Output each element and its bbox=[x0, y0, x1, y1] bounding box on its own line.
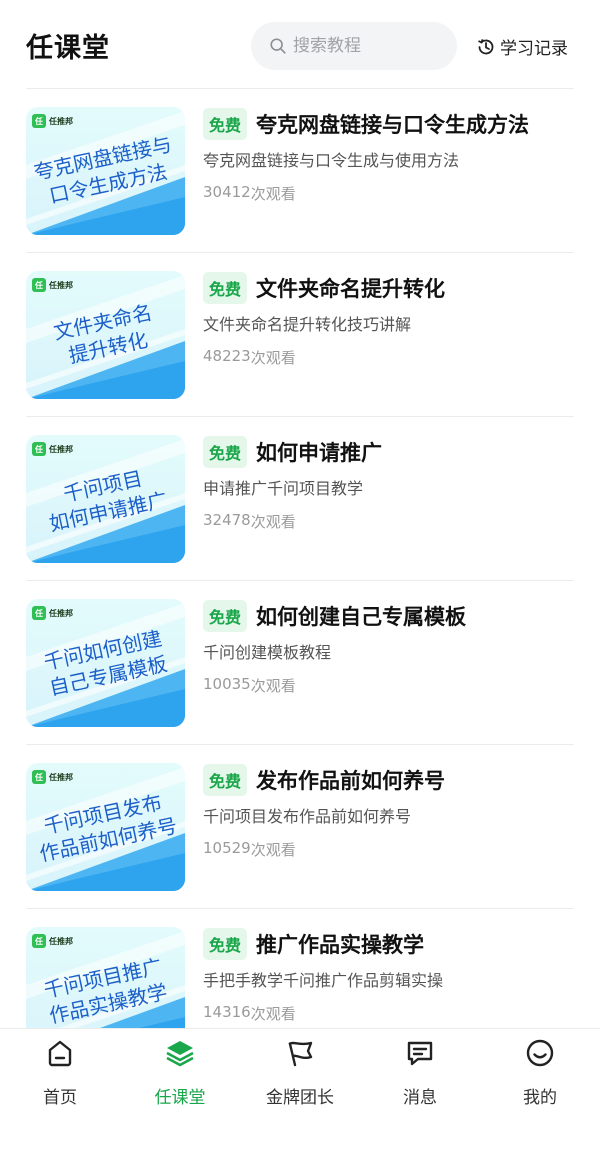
view-count: 10035 次观看 bbox=[203, 675, 574, 696]
view-count: 14316 次观看 bbox=[203, 1003, 574, 1024]
course-title[interactable]: 夸克网盘链接与口令生成方法 bbox=[256, 109, 529, 139]
tab-label: 我的 bbox=[523, 1088, 557, 1108]
search-icon bbox=[270, 38, 286, 54]
flag-icon bbox=[284, 1037, 316, 1073]
course-thumbnail: 任 任推邦 文件夹命名 提升转化 bbox=[26, 271, 185, 399]
view-count-number: 14316 bbox=[203, 1003, 251, 1021]
tab-item[interactable]: 金牌团长 bbox=[240, 1029, 360, 1155]
brand-logo: 任 任推邦 bbox=[32, 770, 73, 784]
course-info: 免费 夸克网盘链接与口令生成方法 夸克网盘链接与口令生成与使用方法 30412 次… bbox=[203, 107, 574, 204]
course-thumbnail: 任 任推邦 千问项目 如何申请推广 bbox=[26, 435, 185, 563]
view-count-number: 10529 bbox=[203, 839, 251, 857]
course-item[interactable]: 任 任推邦 文件夹命名 提升转化 免费 文件夹命名提升转化 文件夹命名提升转化技… bbox=[26, 253, 574, 417]
free-badge: 免费 bbox=[203, 600, 248, 632]
course-info: 免费 如何申请推广 申请推广千问项目教学 32478 次观看 bbox=[203, 435, 574, 532]
tab-item[interactable]: 首页 bbox=[0, 1029, 120, 1155]
view-count-suffix: 次观看 bbox=[250, 513, 296, 531]
header: 任课堂 学习记录 bbox=[0, 0, 600, 88]
view-count-number: 10035 bbox=[203, 675, 251, 693]
course-item[interactable]: 任 任推邦 千问项目 如何申请推广 免费 如何申请推广 申请推广千问项目教学 3… bbox=[26, 417, 574, 581]
course-description: 千问项目发布作品前如何养号 bbox=[203, 807, 412, 826]
logo-text: 任推邦 bbox=[49, 280, 73, 290]
search-bar[interactable] bbox=[251, 22, 457, 70]
logo-mark-icon: 任 bbox=[32, 442, 46, 456]
course-title[interactable]: 推广作品实操教学 bbox=[256, 929, 424, 959]
view-count: 32478 次观看 bbox=[203, 511, 574, 532]
free-badge: 免费 bbox=[203, 436, 248, 468]
view-count-suffix: 次观看 bbox=[250, 185, 296, 203]
tab-item[interactable]: 我的 bbox=[480, 1029, 600, 1155]
logo-mark-icon: 任 bbox=[32, 934, 46, 948]
logo-text: 任推邦 bbox=[49, 772, 73, 782]
smile-icon bbox=[524, 1037, 556, 1073]
home-icon bbox=[44, 1037, 76, 1073]
tab-label: 首页 bbox=[43, 1088, 77, 1108]
tab-item[interactable]: 消息 bbox=[360, 1029, 480, 1155]
logo-mark-icon: 任 bbox=[32, 278, 46, 292]
course-title[interactable]: 如何申请推广 bbox=[256, 437, 382, 467]
brand-logo: 任 任推邦 bbox=[32, 442, 73, 456]
logo-text: 任推邦 bbox=[49, 444, 73, 454]
free-badge: 免费 bbox=[203, 108, 248, 140]
brand-logo: 任 任推邦 bbox=[32, 934, 73, 948]
course-item[interactable]: 任 任推邦 千问如何创建 自己专属模板 免费 如何创建自己专属模板 千问创建模板… bbox=[26, 581, 574, 745]
logo-mark-icon: 任 bbox=[32, 114, 46, 128]
tab-label: 金牌团长 bbox=[266, 1088, 334, 1108]
course-list[interactable]: 任 任推邦 夸克网盘链接与 口令生成方法 免费 夸克网盘链接与口令生成方法 夸克… bbox=[26, 88, 574, 1028]
view-count-suffix: 次观看 bbox=[250, 1005, 296, 1023]
course-info: 免费 文件夹命名提升转化 文件夹命名提升转化技巧讲解 48223 次观看 bbox=[203, 271, 574, 368]
view-count-suffix: 次观看 bbox=[250, 677, 296, 695]
course-title[interactable]: 文件夹命名提升转化 bbox=[256, 273, 445, 303]
brand-logo: 任 任推邦 bbox=[32, 278, 73, 292]
logo-mark-icon: 任 bbox=[32, 770, 46, 784]
free-badge: 免费 bbox=[203, 272, 248, 304]
course-item[interactable]: 任 任推邦 夸克网盘链接与 口令生成方法 免费 夸克网盘链接与口令生成方法 夸克… bbox=[26, 89, 574, 253]
view-count-number: 30412 bbox=[203, 183, 251, 201]
course-thumbnail: 任 任推邦 千问如何创建 自己专属模板 bbox=[26, 599, 185, 727]
free-badge: 免费 bbox=[203, 764, 248, 796]
course-description: 文件夹命名提升转化技巧讲解 bbox=[203, 315, 412, 334]
view-count-number: 32478 bbox=[203, 511, 251, 529]
course-thumbnail: 任 任推邦 千问项目推广 作品实操教学 bbox=[26, 927, 185, 1028]
course-info: 免费 推广作品实操教学 手把手教学千问推广作品剪辑实操 14316 次观看 bbox=[203, 927, 574, 1024]
view-count-number: 48223 bbox=[203, 347, 251, 365]
course-description: 申请推广千问项目教学 bbox=[203, 479, 364, 498]
view-count: 48223 次观看 bbox=[203, 347, 574, 368]
course-thumbnail: 任 任推邦 千问项目发布 作品前如何养号 bbox=[26, 763, 185, 891]
message-icon bbox=[404, 1037, 436, 1073]
history-button[interactable]: 学习记录 bbox=[476, 34, 568, 59]
free-badge: 免费 bbox=[203, 928, 248, 960]
logo-text: 任推邦 bbox=[49, 116, 73, 126]
course-info: 免费 如何创建自己专属模板 千问创建模板教程 10035 次观看 bbox=[203, 599, 574, 696]
course-title[interactable]: 发布作品前如何养号 bbox=[256, 765, 445, 795]
bottom-tab-bar: 首页 任课堂 金牌团长 消息 我的 bbox=[0, 1028, 600, 1155]
tab-label: 消息 bbox=[403, 1088, 437, 1108]
stack-icon bbox=[164, 1037, 196, 1073]
view-count: 10529 次观看 bbox=[203, 839, 574, 860]
tab-label: 任课堂 bbox=[154, 1088, 206, 1108]
view-count: 30412 次观看 bbox=[203, 183, 574, 204]
view-count-suffix: 次观看 bbox=[250, 841, 296, 859]
search-input[interactable] bbox=[293, 36, 443, 56]
course-item[interactable]: 任 任推邦 千问项目发布 作品前如何养号 免费 发布作品前如何养号 千问项目发布… bbox=[26, 745, 574, 909]
logo-mark-icon: 任 bbox=[32, 606, 46, 620]
logo-text: 任推邦 bbox=[49, 608, 73, 618]
course-item[interactable]: 任 任推邦 千问项目推广 作品实操教学 免费 推广作品实操教学 手把手教学千问推… bbox=[26, 909, 574, 1028]
course-title[interactable]: 如何创建自己专属模板 bbox=[256, 601, 466, 631]
course-thumbnail: 任 任推邦 夸克网盘链接与 口令生成方法 bbox=[26, 107, 185, 235]
history-label: 学习记录 bbox=[500, 39, 568, 59]
logo-text: 任推邦 bbox=[49, 936, 73, 946]
course-description: 夸克网盘链接与口令生成与使用方法 bbox=[203, 151, 460, 170]
view-count-suffix: 次观看 bbox=[250, 349, 296, 367]
brand-logo: 任 任推邦 bbox=[32, 114, 73, 128]
history-icon bbox=[478, 38, 494, 54]
course-description: 手把手教学千问推广作品剪辑实操 bbox=[203, 971, 444, 990]
course-description: 千问创建模板教程 bbox=[203, 643, 332, 662]
page-title: 任课堂 bbox=[26, 33, 110, 64]
brand-logo: 任 任推邦 bbox=[32, 606, 73, 620]
tab-item[interactable]: 任课堂 bbox=[120, 1029, 240, 1155]
course-info: 免费 发布作品前如何养号 千问项目发布作品前如何养号 10529 次观看 bbox=[203, 763, 574, 860]
